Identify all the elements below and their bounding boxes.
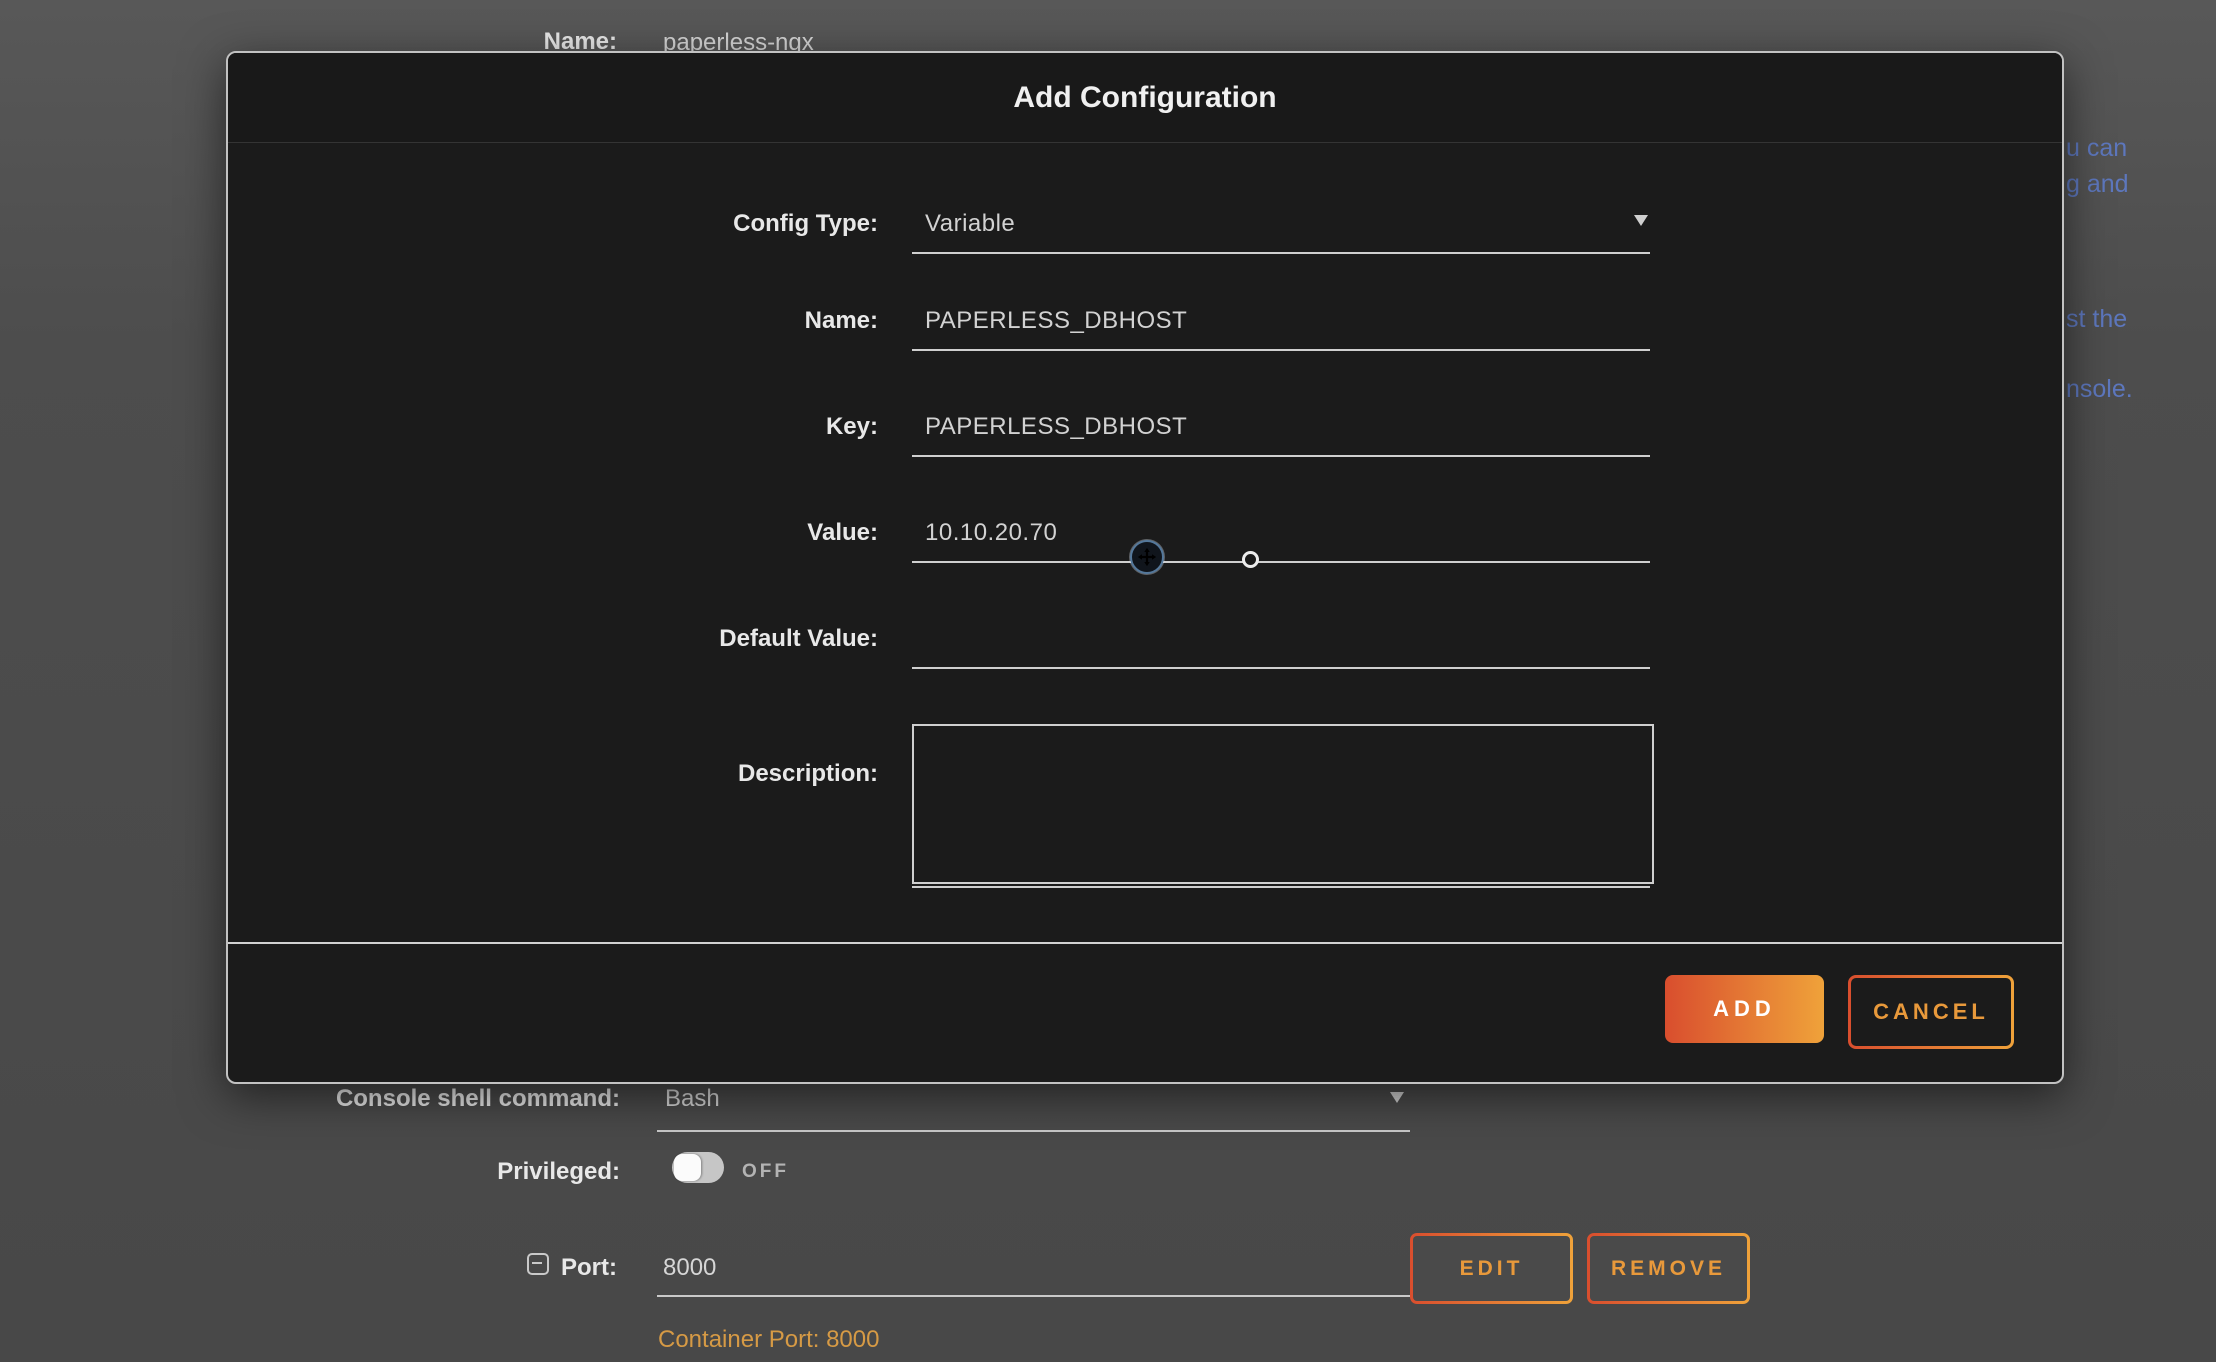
description-textarea[interactable] (912, 724, 1654, 884)
dialog-header: Add Configuration (228, 53, 2062, 143)
default-value-row: Default Value: (228, 625, 2062, 685)
name-input[interactable]: PAPERLESS_DBHOST (925, 307, 1187, 335)
move-cursor-icon (1130, 540, 1164, 574)
value-label: Value: (228, 519, 878, 547)
config-type-label: Config Type: (228, 210, 878, 238)
console-shell-command-label: Console shell command: (280, 1085, 620, 1113)
field-underline (912, 886, 1650, 888)
page-backdrop: Name: paperless-ngx u can g and st the n… (0, 0, 2216, 1362)
help-text-fragment: u can (2066, 134, 2216, 163)
field-underline (912, 252, 1650, 254)
field-underline (912, 561, 1650, 563)
name-label: Name: (228, 307, 878, 335)
key-row: Key: PAPERLESS_DBHOST (228, 413, 2062, 473)
console-shell-command-select[interactable]: Bash (665, 1085, 720, 1113)
privileged-label: Privileged: (280, 1158, 620, 1186)
key-label: Key: (228, 413, 878, 441)
privileged-toggle[interactable] (672, 1152, 724, 1183)
remove-button[interactable]: REMOVE (1587, 1233, 1750, 1304)
field-underline (657, 1130, 1410, 1132)
pointer-circle-icon (1242, 551, 1259, 568)
help-text-fragment: g and (2066, 170, 2216, 199)
config-type-row: Config Type: Variable (228, 210, 2062, 270)
cancel-button[interactable]: CANCEL (1848, 975, 2014, 1049)
port-value-input[interactable]: 8000 (663, 1254, 716, 1282)
help-text-fragment: st the (2066, 305, 2216, 334)
footer-divider (228, 942, 2062, 944)
field-underline (657, 1295, 1410, 1297)
move-arrows-glyph (1136, 546, 1158, 568)
key-input[interactable]: PAPERLESS_DBHOST (925, 413, 1187, 441)
dialog-title: Add Configuration (1013, 81, 1276, 115)
chevron-down-icon[interactable] (1390, 1092, 1404, 1103)
edit-button[interactable]: EDIT (1410, 1233, 1573, 1304)
name-row: Name: PAPERLESS_DBHOST (228, 307, 2062, 367)
privileged-toggle-state: OFF (742, 1161, 789, 1183)
port-label: Port: (450, 1254, 617, 1282)
description-label: Description: (228, 760, 878, 788)
field-underline (912, 667, 1650, 669)
default-value-label: Default Value: (228, 625, 878, 653)
field-underline (912, 349, 1650, 351)
help-text-fragment: nsole. (2066, 375, 2216, 404)
toggle-knob (674, 1154, 701, 1181)
config-type-select[interactable]: Variable (925, 210, 1015, 238)
container-port-hint: Container Port: 8000 (658, 1326, 879, 1354)
field-underline (912, 455, 1650, 457)
value-input[interactable]: 10.10.20.70 (925, 519, 1057, 547)
chevron-down-icon[interactable] (1634, 215, 1648, 226)
add-button[interactable]: ADD (1665, 975, 1824, 1043)
